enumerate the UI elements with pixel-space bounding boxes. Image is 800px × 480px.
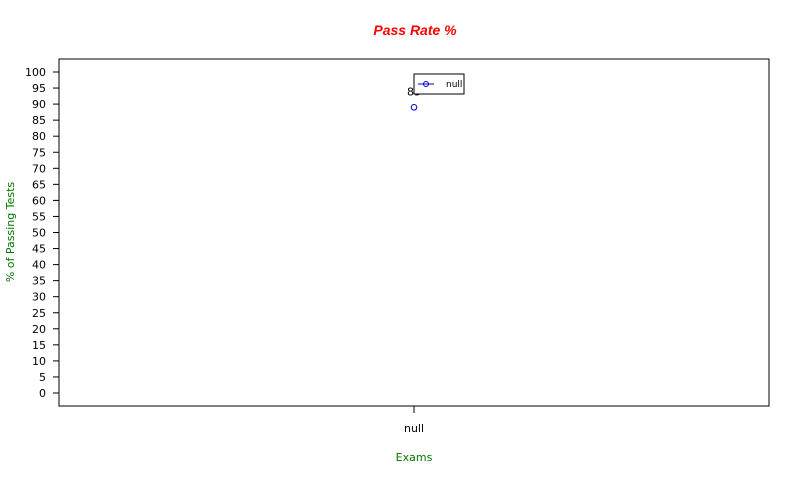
x-axis: null	[404, 406, 424, 435]
x-tick-label: null	[404, 422, 424, 435]
y-tick-label: 20	[32, 323, 46, 336]
y-tick-label: 50	[32, 227, 46, 240]
y-tick-label: 30	[32, 291, 46, 304]
y-tick-label: 95	[32, 82, 46, 95]
y-tick-label: 75	[32, 146, 46, 159]
y-tick-label: 60	[32, 194, 46, 207]
legend: null	[413, 73, 465, 95]
y-tick-label: 45	[32, 243, 46, 256]
y-tick-label: 55	[32, 210, 46, 223]
y-tick-label: 70	[32, 162, 46, 175]
y-axis-title: % of Passing Tests	[4, 182, 17, 283]
y-tick-label: 35	[32, 275, 46, 288]
y-axis: 0 5 10 15 20 25 30 35 40 45 50 55 60 65 70 75 80 85 90 95 10…	[25, 66, 59, 400]
y-tick-label: 5	[39, 371, 46, 384]
y-tick-label: 80	[32, 130, 46, 143]
pass-rate-chart: Pass Rate % 0 5 10 15 20 25 30 35 40 45 50 55 60 65 70…	[4, 22, 770, 464]
y-tick-label: 15	[32, 339, 46, 352]
y-tick-label: 0	[39, 387, 46, 400]
legend-label: null	[446, 80, 462, 90]
y-tick-label: 40	[32, 259, 46, 272]
y-tick-label: 65	[32, 178, 46, 191]
data-point	[410, 104, 418, 111]
y-tick-label: 100	[25, 66, 46, 79]
x-axis-title: Exams	[396, 451, 433, 464]
y-tick-label: 25	[32, 307, 46, 320]
y-tick-label: 85	[32, 114, 46, 127]
chart-title: Pass Rate %	[373, 22, 457, 38]
y-tick-label: 90	[32, 98, 46, 111]
y-tick-label: 10	[32, 355, 46, 368]
plot-frame	[58, 58, 770, 407]
